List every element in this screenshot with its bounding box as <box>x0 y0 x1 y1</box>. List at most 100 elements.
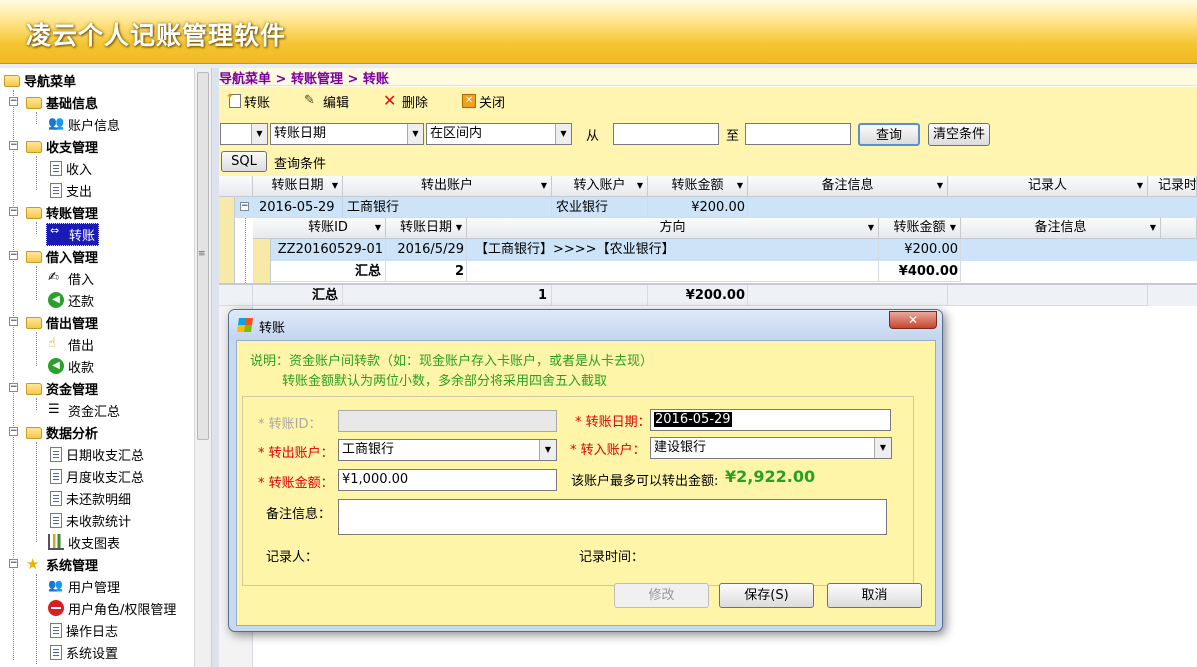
dialog-close-icon[interactable]: ✕ <box>889 311 937 329</box>
sidebar-item-charts[interactable]: 收支图表 <box>48 531 120 553</box>
sidebar-item-daily-summary[interactable]: 日期收支汇总 <box>48 443 144 465</box>
close-button[interactable]: ✕ 关闭 <box>462 92 505 111</box>
sidebar-item-system-settings[interactable]: 系统设置 <box>48 641 118 663</box>
remark-textarea[interactable] <box>338 499 887 535</box>
out-account-select[interactable]: 工商银行 ▼ <box>338 439 557 461</box>
user-add-icon: 👥 <box>48 116 65 131</box>
delete-button[interactable]: ✕ 删除 <box>383 92 428 111</box>
collapse-toggle-icon[interactable]: − <box>9 317 18 326</box>
to-label: 至 <box>726 129 740 144</box>
sidebar-group-transfer[interactable]: 转账管理 <box>26 201 98 223</box>
dialog-titlebar[interactable]: 转账 ✕ <box>229 310 942 340</box>
settings-doc-icon <box>50 644 62 660</box>
detail-column-header[interactable]: 备注信息 ▼ <box>961 218 1161 239</box>
grid-total-label: 汇总 <box>253 285 343 306</box>
modify-button[interactable]: 修改 <box>614 583 709 608</box>
detail-row[interactable]: ZZ20160529-01 2016/5/29 【工商银行】>>>>【农业银行】… <box>271 239 1197 261</box>
column-header[interactable]: 转出账户 ▼ <box>343 176 552 197</box>
sidebar-scrollbar[interactable]: ≡ <box>194 68 211 667</box>
tree-line <box>36 266 37 300</box>
sidebar-item-fund-summary[interactable]: ☰ 资金汇总 <box>48 399 120 421</box>
amount-input[interactable]: ¥1,000.00 <box>338 469 557 491</box>
sidebar-group-income-expense[interactable]: 收支管理 <box>26 135 98 157</box>
out-account-label: * 转出账户： <box>258 446 334 461</box>
in-account-select[interactable]: 建设银行 ▼ <box>650 437 892 459</box>
sidebar-group-analysis[interactable]: 数据分析 <box>26 421 98 443</box>
dropdown-arrow-icon: ▼ <box>455 223 462 232</box>
document-icon <box>50 512 62 528</box>
table-row[interactable]: − 2016-05-29 工商银行 农业银行 ¥200.00 <box>235 197 1197 218</box>
clear-conditions-button[interactable]: 清空条件 <box>928 123 990 146</box>
list-icon: ☰ <box>48 402 60 417</box>
transfer-id-label: * 转账ID： <box>258 417 322 432</box>
sidebar-item-uncollected-stats[interactable]: 未收款统计 <box>48 509 131 531</box>
cell-direction: 【工商银行】>>>>【农业银行】 <box>467 239 879 260</box>
sidebar-item-monthly-summary[interactable]: 月度收支汇总 <box>48 465 144 487</box>
sidebar-item-repay[interactable]: ◀ 还款 <box>48 289 94 311</box>
sidebar-group-funds[interactable]: 资金管理 <box>26 377 98 399</box>
operator-select[interactable]: 在区间内 ▼ <box>426 123 572 145</box>
detail-column-header[interactable]: 方向 ▼ <box>467 218 879 239</box>
sidebar-group-basic-info[interactable]: 基础信息 <box>26 91 98 113</box>
transfer-button[interactable]: ✦ 转账 <box>226 92 270 111</box>
sidebar-item-income[interactable]: 收入 <box>48 157 92 179</box>
dropdown-arrow-icon: ▼ <box>867 223 874 232</box>
max-amount-label: 该账户最多可以转出金额: <box>571 474 719 489</box>
sidebar-group-borrow-in[interactable]: 借入管理 <box>26 245 98 267</box>
detail-column-header[interactable]: 转账日期 ▼ <box>386 218 467 239</box>
dropdown-arrow-icon: ▼ <box>374 223 381 232</box>
tree-root[interactable]: 导航菜单 <box>4 69 76 91</box>
tree-line <box>36 398 37 410</box>
query-button[interactable]: 查询 <box>858 123 920 146</box>
collapse-toggle-icon[interactable]: − <box>9 207 18 216</box>
transfer-date-label: * 转账日期： <box>575 415 651 430</box>
collapse-toggle-icon[interactable]: − <box>9 383 18 392</box>
sidebar-item-user-management[interactable]: 👥 用户管理 <box>48 575 120 597</box>
collapse-toggle-icon[interactable]: − <box>9 427 18 436</box>
sidebar-group-lend-out[interactable]: 借出管理 <box>26 311 98 333</box>
collapse-toggle-icon[interactable]: − <box>9 251 18 260</box>
column-header[interactable]: 转入账户 ▼ <box>552 176 648 197</box>
sql-button[interactable]: SQL <box>221 151 267 172</box>
column-header[interactable]: 记录人 ▼ <box>948 176 1148 197</box>
document-icon <box>50 446 62 462</box>
recorder-label: 记录人： <box>266 550 319 565</box>
folder-open-icon <box>26 427 42 439</box>
tree-line <box>13 90 14 660</box>
sidebar-item-expense[interactable]: 支出 <box>48 179 92 201</box>
edit-button[interactable]: ✎ 编辑 <box>304 92 349 111</box>
pane-splitter[interactable] <box>211 68 219 667</box>
folder-open-icon <box>26 317 42 329</box>
document-icon <box>50 622 62 638</box>
column-header[interactable]: 转账日期 ▼ <box>253 176 343 197</box>
from-input[interactable] <box>613 123 719 145</box>
save-button[interactable]: 保存(S) <box>719 583 814 608</box>
column-header[interactable]: 备注信息 ▼ <box>748 176 948 197</box>
transfer-date-input[interactable]: 2016-05-29 <box>650 409 891 431</box>
collapse-toggle-icon[interactable]: − <box>9 559 18 568</box>
detail-column-header[interactable]: 转账ID ▼ <box>271 218 386 239</box>
cancel-button[interactable]: 取消 <box>827 583 922 608</box>
remark-label: 备注信息： <box>266 507 332 522</box>
tree-line <box>245 218 246 283</box>
sidebar-item-lend-out[interactable]: ☝ 借出 <box>48 333 94 355</box>
cell-in-account: 农业银行 <box>552 197 648 218</box>
sidebar-item-roles-permissions[interactable]: 用户角色/权限管理 <box>48 597 176 619</box>
detail-column-header[interactable]: 转账金额 ▼ <box>879 218 961 239</box>
column-header[interactable]: 记录时 <box>1148 176 1197 197</box>
sidebar-item-unpaid-detail[interactable]: 未还款明细 <box>48 487 131 509</box>
column-header[interactable]: 转账金额 ▼ <box>648 176 748 197</box>
sidebar-item-account-info[interactable]: 👥 账户信息 <box>48 113 120 135</box>
sidebar-group-system[interactable]: ★ 系统管理 <box>26 553 98 575</box>
field-select[interactable]: 转账日期 ▼ <box>270 123 424 145</box>
to-input[interactable] <box>745 123 851 145</box>
sidebar-item-collect[interactable]: ◀ 收款 <box>48 355 94 377</box>
sidebar-item-operation-log[interactable]: 操作日志 <box>48 619 118 641</box>
sidebar-item-borrow-in[interactable]: ✍ 借入 <box>48 267 94 289</box>
collapse-toggle-icon[interactable]: − <box>9 97 18 106</box>
expand-toggle-icon[interactable]: − <box>240 202 249 211</box>
logic-combo[interactable]: ▼ <box>220 123 268 145</box>
collapse-toggle-icon[interactable]: − <box>9 141 18 150</box>
sidebar-item-transfer[interactable]: ⇔ 转账 <box>46 222 100 246</box>
hand-up-icon: ☝ <box>48 336 56 351</box>
